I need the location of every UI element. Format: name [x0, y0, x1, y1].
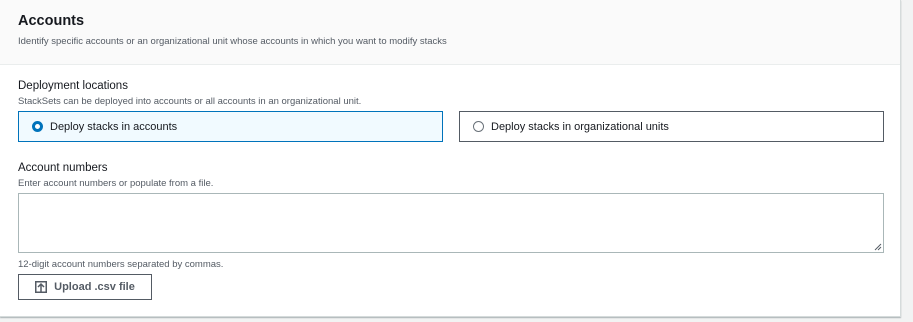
radio-deploy-accounts-label: Deploy stacks in accounts — [50, 120, 178, 133]
radio-deploy-accounts[interactable]: Deploy stacks in accounts — [18, 111, 443, 142]
account-numbers-description: Enter account numbers or populate from a… — [18, 178, 214, 189]
panel-header: Accounts Identify specific accounts or a… — [0, 0, 900, 65]
radio-unchecked-icon — [473, 121, 484, 132]
account-numbers-textarea[interactable] — [18, 193, 884, 253]
upload-csv-button-label: Upload .csv file — [54, 281, 135, 293]
account-numbers-label: Account numbers — [18, 162, 108, 174]
resize-grip-icon[interactable] — [874, 243, 882, 251]
account-numbers-constraint: 12-digit account numbers separated by co… — [18, 259, 224, 270]
panel-description: Identify specific accounts or an organiz… — [18, 36, 447, 47]
upload-icon — [35, 281, 48, 293]
radio-deploy-ous[interactable]: Deploy stacks in organizational units — [459, 111, 884, 142]
accounts-panel: Accounts Identify specific accounts or a… — [0, 0, 901, 317]
deployment-locations-label: Deployment locations — [18, 80, 128, 92]
panel-title: Accounts — [18, 13, 85, 29]
radio-checked-icon — [32, 121, 43, 132]
upload-csv-button[interactable]: Upload .csv file — [18, 274, 152, 300]
deployment-locations-description: StackSets can be deployed into accounts … — [18, 96, 362, 107]
radio-deploy-ous-label: Deploy stacks in organizational units — [491, 120, 669, 133]
